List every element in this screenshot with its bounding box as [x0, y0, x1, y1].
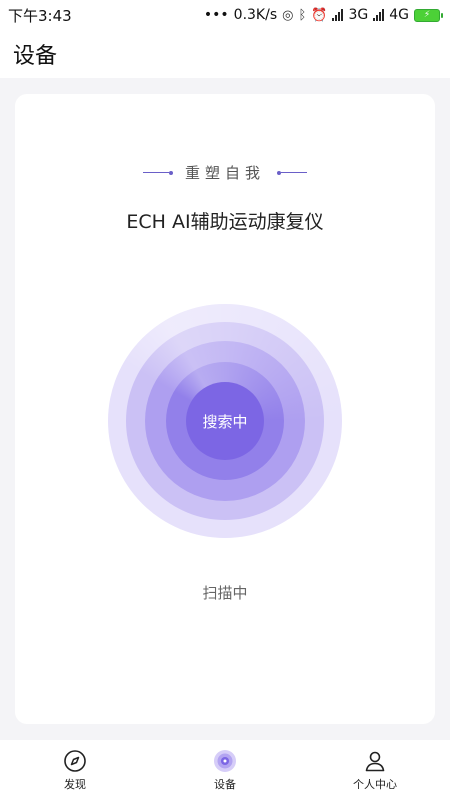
tab-label: 设备 — [214, 777, 236, 791]
signal-icon — [332, 9, 344, 21]
scan-status: 扫描中 — [202, 584, 248, 602]
radar-search-button[interactable]: 搜索中 — [108, 304, 342, 538]
tab-profile[interactable]: 个人中心 — [300, 740, 450, 800]
status-time: 下午3:43 — [8, 6, 72, 25]
tagline: 重塑自我 — [15, 162, 435, 183]
tab-label: 发现 — [64, 777, 86, 791]
tab-device[interactable]: 设备 — [150, 740, 300, 800]
tagline-text: 重塑自我 — [184, 164, 265, 182]
decorative-line-right — [277, 170, 307, 175]
network-4g: 4G — [389, 7, 409, 23]
network-speed: 0.3K/s — [233, 7, 278, 23]
alarm-icon: ⏰ — [311, 7, 328, 23]
network-3g: 3G — [348, 7, 369, 23]
device-card: 重塑自我 ECH AI辅助运动康复仪 搜索中 扫描中 — [15, 94, 435, 724]
decorative-line-left — [142, 170, 173, 175]
more-dots: ••• — [203, 7, 229, 23]
user-icon — [365, 751, 385, 771]
tab-label: 个人中心 — [353, 777, 397, 791]
radar-center: 搜索中 — [186, 382, 264, 460]
compass-icon — [64, 749, 86, 772]
bluetooth-icon: ᛒ — [298, 7, 307, 23]
bottom-tab-bar: 发现 设备 个人中心 — [0, 740, 450, 800]
radar-label: 搜索中 — [202, 412, 248, 431]
page-title: 设备 — [13, 44, 58, 69]
device-radar-icon — [214, 749, 236, 772]
signal-icon-2 — [373, 9, 385, 21]
hotspot-icon: ◎ — [282, 7, 294, 23]
header: 设备 — [0, 30, 450, 78]
battery-icon: ⚡ — [414, 8, 443, 22]
tab-discover[interactable]: 发现 — [0, 740, 150, 800]
device-name: ECH AI辅助运动康复仪 — [126, 211, 324, 233]
status-bar: 下午3:43 ••• 0.3K/s ◎ ᛒ ⏰ 3G 4G ⚡ — [0, 0, 450, 30]
status-indicators: ••• 0.3K/s ◎ ᛒ ⏰ 3G 4G ⚡ — [203, 7, 443, 23]
